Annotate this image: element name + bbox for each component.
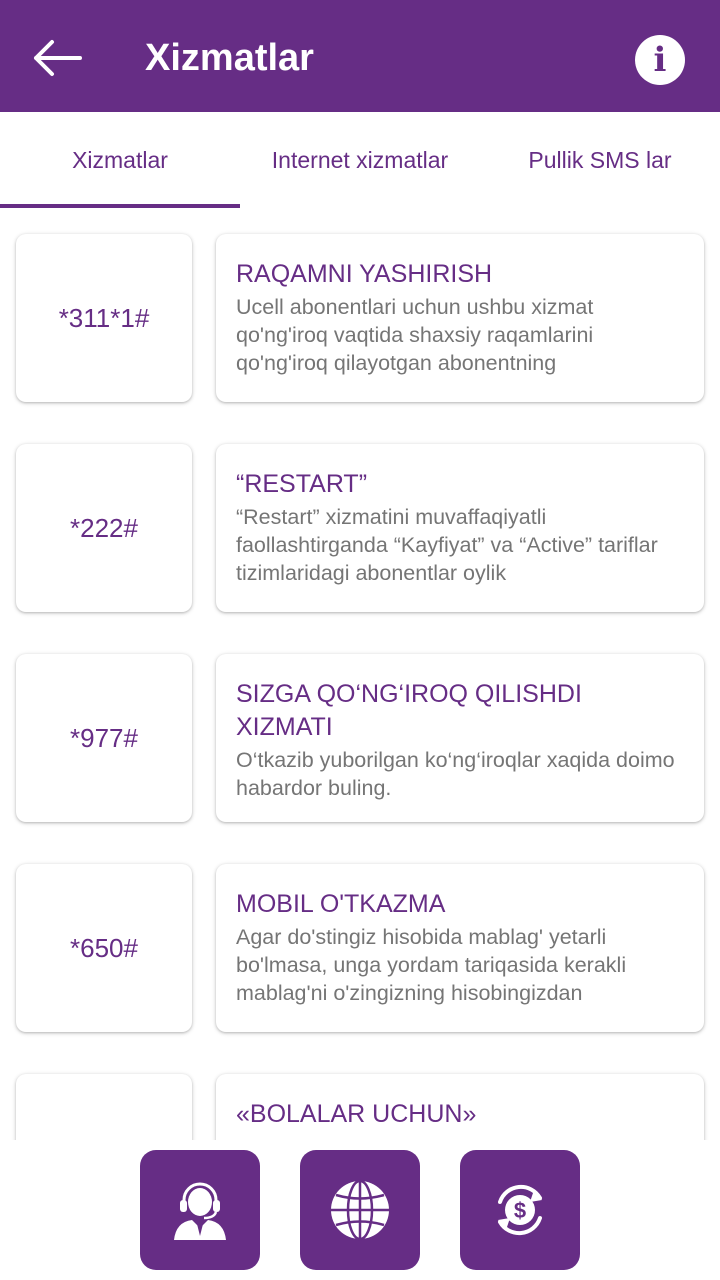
service-description: Ucell abonentlari uchun ushbu xizmat qo'… [236, 295, 594, 375]
support-agent-icon [174, 1182, 226, 1240]
page-title: Xizmatlar [145, 37, 314, 79]
service-title: «BOLALAR UCHUN» [236, 1100, 477, 1128]
svg-text:$: $ [514, 1198, 526, 1223]
service-description: O‘tkazib yuborilgan ko‘ng‘iroqlar xaqida… [236, 748, 675, 800]
service-description-card[interactable]: “RESTART” “Restart” xizmatini muvaffaqiy… [216, 444, 704, 612]
service-description: Agar do'stingiz hisobida mablag' yetarli… [236, 925, 627, 1005]
list-item: *222# “RESTART” “Restart” xizmatini muva… [0, 420, 720, 612]
money-transfer-button[interactable]: $ [460, 1150, 580, 1270]
service-list[interactable]: *311*1# RAQAMNI YASHIRISH Ucell abonentl… [0, 210, 720, 1140]
tab-bar: Xizmatlar Internet xizmatlar Pullik SMS … [0, 112, 720, 210]
ussd-code: *222# [70, 512, 138, 543]
service-title: “RESTART” [236, 470, 368, 498]
service-description-card[interactable]: MOBIL O'TKAZMA Agar do'stingiz hisobida … [216, 864, 704, 1032]
bottom-navigation: $ [0, 1140, 720, 1280]
globe-icon [331, 1179, 389, 1241]
service-title: SIZGA QO‘NG‘IROQ QILISHDI XIZMATI [236, 680, 582, 741]
active-tab-indicator [0, 204, 240, 208]
ussd-code: *977# [70, 722, 138, 753]
list-item: «BOLALAR UCHUN» [0, 1050, 720, 1140]
service-description-card[interactable]: «BOLALAR UCHUN» [216, 1074, 704, 1140]
list-item: *650# MOBIL O'TKAZMA Agar do'stingiz his… [0, 840, 720, 1032]
list-item: *311*1# RAQAMNI YASHIRISH Ucell abonentl… [0, 210, 720, 402]
ussd-code-card[interactable]: *222# [16, 444, 192, 612]
ussd-code-card[interactable]: *311*1# [16, 234, 192, 402]
service-description: “Restart” xizmatini muvaffaqiyatli faoll… [236, 505, 658, 585]
ussd-code-card[interactable]: *650# [16, 864, 192, 1032]
info-button[interactable]: i [635, 35, 685, 85]
internet-button[interactable] [300, 1150, 420, 1270]
ussd-code-card[interactable]: *977# [16, 654, 192, 822]
tab-xizmatlar[interactable]: Xizmatlar [0, 112, 240, 208]
money-exchange-icon: $ [498, 1184, 542, 1236]
tab-pullik-sms[interactable]: Pullik SMS lar [480, 112, 720, 208]
arrow-left-icon [34, 40, 82, 76]
ussd-code-card[interactable] [16, 1074, 192, 1140]
info-icon: i [653, 40, 667, 80]
ussd-code: *311*1# [58, 302, 150, 333]
ussd-code: *650# [70, 932, 138, 963]
service-title: MOBIL O'TKAZMA [236, 890, 446, 918]
service-description-card[interactable]: RAQAMNI YASHIRISH Ucell abonentlari uchu… [216, 234, 704, 402]
app-bar: Xizmatlar i [0, 0, 720, 112]
service-description-card[interactable]: SIZGA QO‘NG‘IROQ QILISHDI XIZMATI O‘tkaz… [216, 654, 704, 822]
back-button[interactable] [24, 28, 88, 88]
tab-internet-xizmatlar[interactable]: Internet xizmatlar [240, 112, 480, 208]
service-title: RAQAMNI YASHIRISH [236, 260, 493, 288]
list-item: *977# SIZGA QO‘NG‘IROQ QILISHDI XIZMATI … [0, 630, 720, 822]
support-button[interactable] [140, 1150, 260, 1270]
